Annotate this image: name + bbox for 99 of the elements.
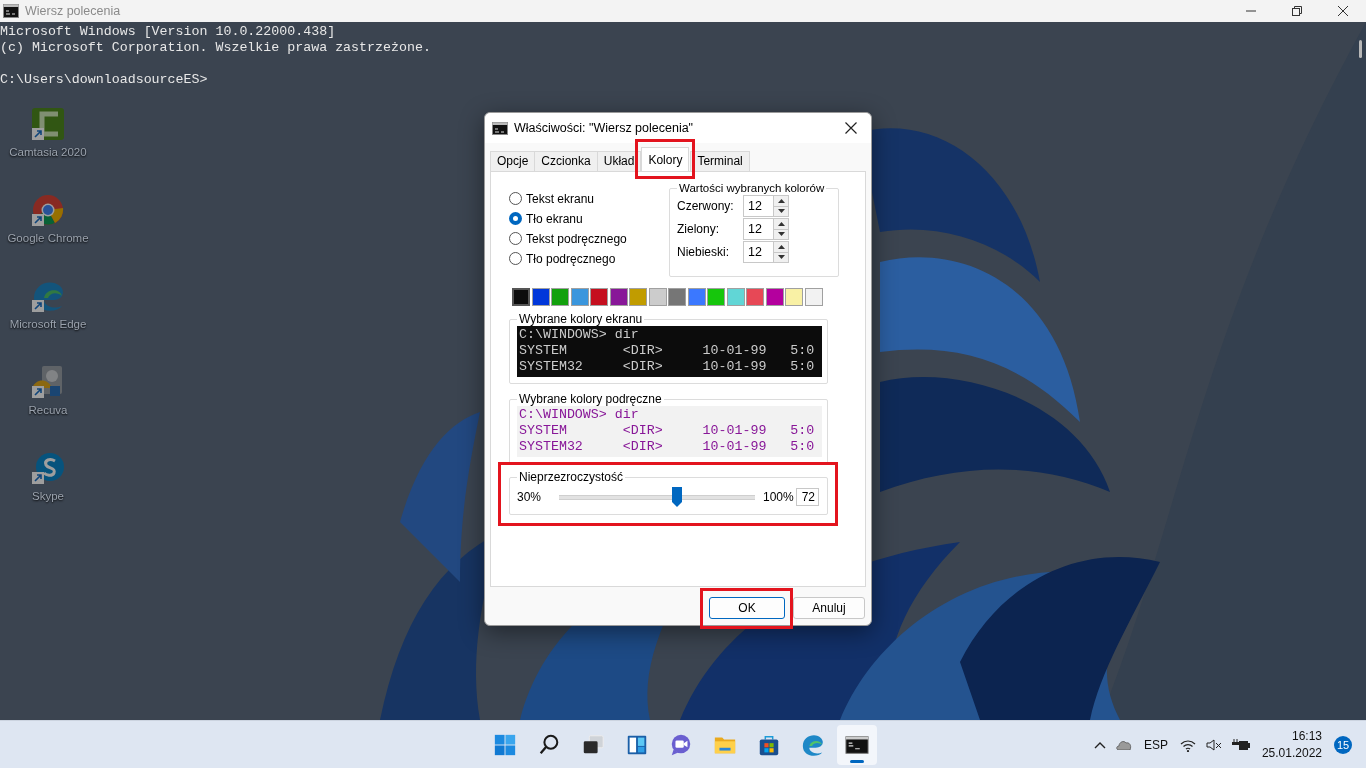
clock-button[interactable]: 16:13 25.01.2022: [1255, 725, 1328, 765]
tab[interactable]: Kolory: [641, 147, 690, 171]
group-title: Wybrane kolory ekranu: [518, 312, 644, 326]
color-swatch[interactable]: [746, 288, 764, 306]
taskbar-button[interactable]: [837, 725, 877, 765]
preview-line: SYSTEM32 <DIR> 10-01-99 5:0: [519, 439, 815, 455]
search-icon: [537, 733, 561, 757]
radio-label[interactable]: Tło ekranu: [526, 211, 583, 226]
spin-down-button[interactable]: [774, 228, 788, 239]
console-line: (c) Microsoft Corporation. Wszelkie prawa zastrzeżone.: [0, 40, 431, 56]
console-line: Microsoft Windows [Version 10.0.22000.438]: [0, 24, 336, 40]
color-swatch[interactable]: [668, 288, 686, 306]
wifi-icon: [1179, 738, 1196, 752]
app-icon[interactable]: [30, 106, 66, 142]
opacity-value-field[interactable]: 72: [795, 488, 819, 506]
dialog-button[interactable]: Anuluj: [793, 597, 865, 619]
console-prompt: C:\Users\downloadsourceES>: [0, 72, 208, 88]
close-icon: [845, 122, 857, 134]
close-icon: [1338, 6, 1348, 16]
caret-up-icon: [777, 198, 785, 203]
color-swatch[interactable]: [726, 288, 745, 306]
color-swatch[interactable]: [804, 288, 823, 306]
color-swatch[interactable]: [512, 288, 530, 306]
color-swatch[interactable]: [785, 288, 803, 306]
tab[interactable]: Czcionka: [534, 151, 598, 171]
window-title: Wiersz polecenia: [25, 4, 121, 18]
store-icon: [757, 733, 781, 757]
tab[interactable]: Terminal: [690, 151, 750, 171]
radio-label[interactable]: Tekst podręcznego: [526, 231, 627, 246]
caret-up-icon: [777, 244, 785, 249]
notification-badge[interactable]: 15: [1334, 736, 1352, 754]
terminal-icon: [845, 733, 869, 757]
desktop-icon-label[interactable]: Google Chrome: [7, 232, 89, 244]
field-label: Czerwony:: [677, 198, 735, 213]
active-indicator: [850, 760, 864, 763]
battery-icon: [1231, 739, 1250, 751]
color-swatch[interactable]: [765, 288, 784, 306]
radio-button[interactable]: [509, 232, 522, 245]
spin-up-button[interactable]: [774, 241, 788, 252]
chevron-up-icon: [1093, 741, 1106, 749]
dialog-title: Właściwości: "Wiersz polecenia": [514, 121, 694, 135]
terminal-icon: [492, 121, 508, 135]
browser-icon: [801, 733, 825, 757]
speaker-muted-icon: [1205, 739, 1222, 751]
group-title: Wartości wybranych kolorów: [678, 182, 826, 194]
slider-max-label: 100%: [762, 490, 794, 504]
color-swatch[interactable]: [648, 288, 667, 306]
desktop-icon-label[interactable]: Recuva: [28, 404, 68, 416]
dialog-button[interactable]: OK: [709, 597, 785, 619]
preview-line: C:\WINDOWS> dir: [519, 407, 639, 423]
caret-down-icon: [777, 209, 785, 213]
color-swatch[interactable]: [609, 288, 628, 306]
scrollbar-thumb[interactable]: [1359, 40, 1362, 58]
color-swatch[interactable]: [570, 288, 589, 306]
tab[interactable]: Opcje: [490, 151, 536, 171]
tab[interactable]: Układ: [596, 151, 642, 171]
color-swatch[interactable]: [629, 288, 647, 306]
radio-label[interactable]: Tło podręcznego: [526, 251, 616, 266]
slider-thumb[interactable]: [671, 487, 682, 507]
chat-app-icon[interactable]: [30, 450, 66, 486]
cloud-icon: [1115, 740, 1132, 750]
number-field[interactable]: 12: [743, 240, 789, 263]
desktop-icon-label[interactable]: Microsoft Edge: [9, 318, 87, 330]
caret-up-icon: [777, 221, 785, 226]
group-title: Nieprzezroczystość: [518, 470, 625, 484]
color-swatch[interactable]: [551, 288, 569, 306]
spin-up-button[interactable]: [774, 195, 788, 206]
language-button[interactable]: ESP: [1137, 725, 1174, 765]
radio-button[interactable]: [509, 252, 522, 265]
spin-up-button[interactable]: [774, 218, 788, 229]
color-swatch[interactable]: [531, 288, 550, 306]
radio-label[interactable]: Tekst ekranu: [526, 191, 595, 206]
slider-min-label: 30%: [517, 490, 542, 504]
desktop-icon-label[interactable]: Camtasia 2020: [9, 146, 87, 158]
widgets-icon: [625, 733, 649, 757]
radio-button[interactable]: [509, 212, 522, 225]
field-label: Niebieski:: [677, 244, 731, 259]
color-swatch[interactable]: [707, 288, 725, 306]
browser-icon[interactable]: [30, 192, 66, 228]
radio-button[interactable]: [509, 192, 522, 205]
preview-line: C:\WINDOWS> dir: [519, 327, 639, 343]
spin-down-button[interactable]: [774, 251, 788, 262]
spin-down-button[interactable]: [774, 205, 788, 216]
restore-icon: [1292, 6, 1302, 16]
color-swatch[interactable]: [687, 288, 706, 306]
caret-down-icon: [777, 255, 785, 259]
start-icon: [493, 733, 517, 757]
video-chat-icon: [669, 733, 693, 757]
caret-down-icon: [777, 232, 785, 236]
preview-line: SYSTEM32 <DIR> 10-01-99 5:0: [519, 359, 815, 375]
number-field[interactable]: 12: [743, 194, 789, 217]
group-title: Wybrane kolory podręczne: [518, 392, 663, 406]
desktop-icon-label[interactable]: Skype: [32, 490, 64, 502]
preview-line: SYSTEM <DIR> 10-01-99 5:0: [519, 343, 815, 359]
terminal-icon: [3, 4, 19, 18]
preview-line: SYSTEM <DIR> 10-01-99 5:0: [519, 423, 815, 439]
color-swatch[interactable]: [590, 288, 608, 306]
number-field[interactable]: 12: [743, 217, 789, 240]
field-label: Zielony:: [677, 221, 721, 236]
